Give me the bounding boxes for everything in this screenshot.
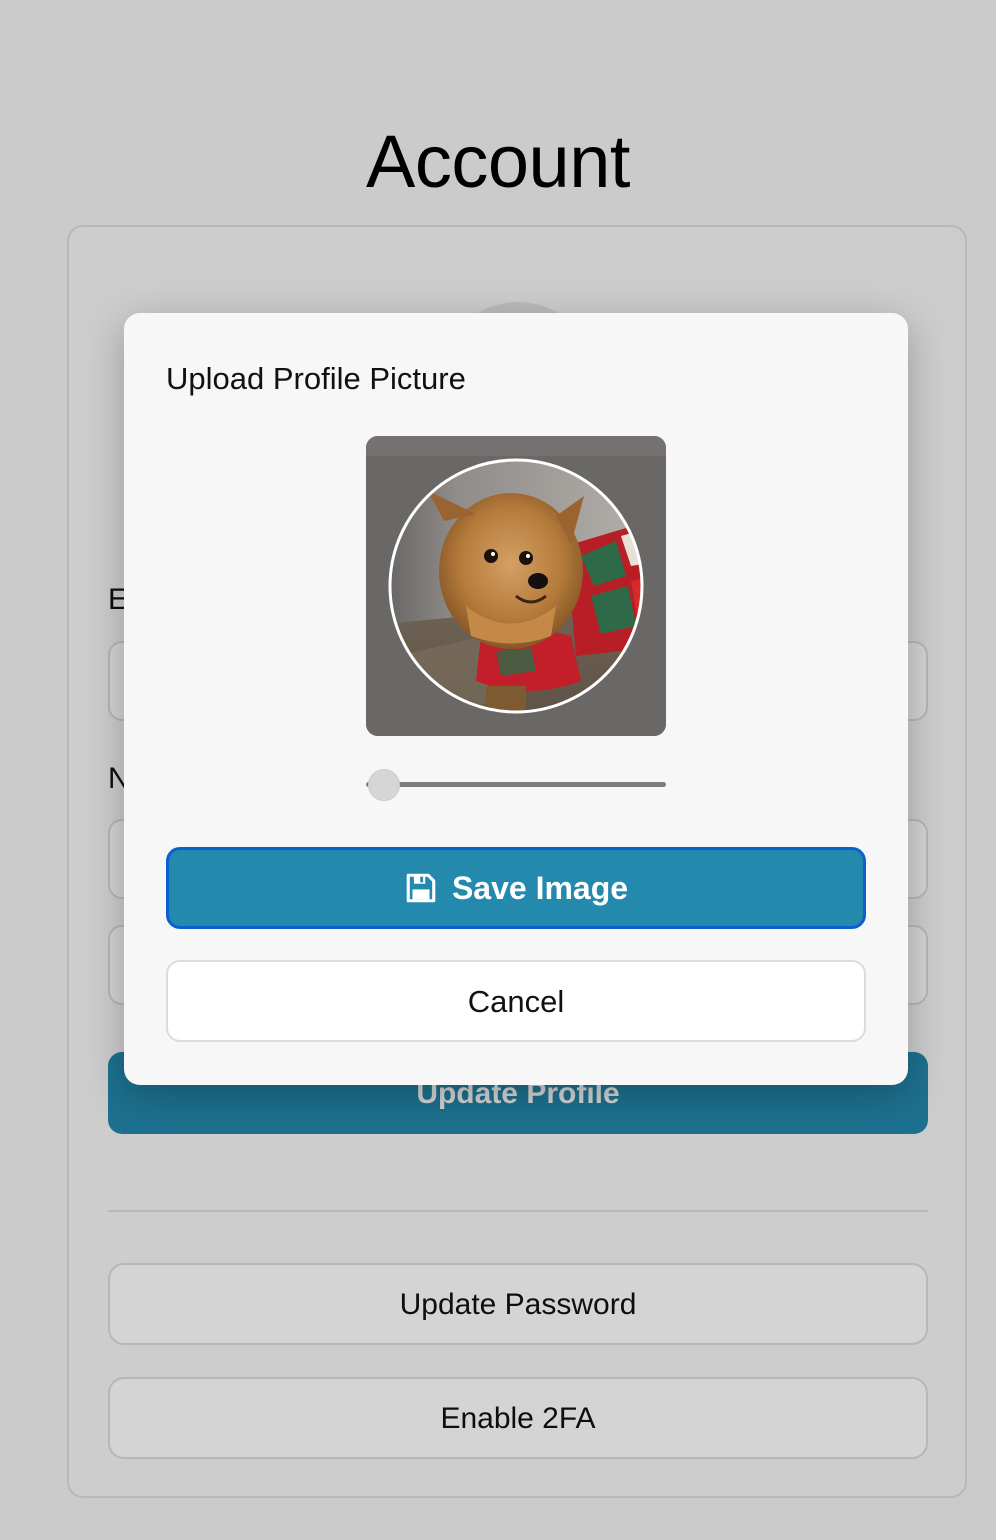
dialog-title: Upload Profile Picture (166, 361, 466, 396)
zoom-slider-track[interactable] (366, 782, 666, 787)
save-image-label: Save Image (451, 869, 629, 906)
profile-photo (366, 436, 666, 736)
image-crop-area[interactable] (366, 436, 666, 736)
upload-profile-picture-dialog: Upload Profile Picture Save Image Cancel (124, 313, 908, 1085)
save-image-button[interactable]: Save Image (166, 847, 866, 929)
cancel-button[interactable]: Cancel (166, 960, 866, 1042)
zoom-slider-thumb[interactable] (368, 769, 400, 801)
floppy-disk-icon (404, 871, 438, 905)
